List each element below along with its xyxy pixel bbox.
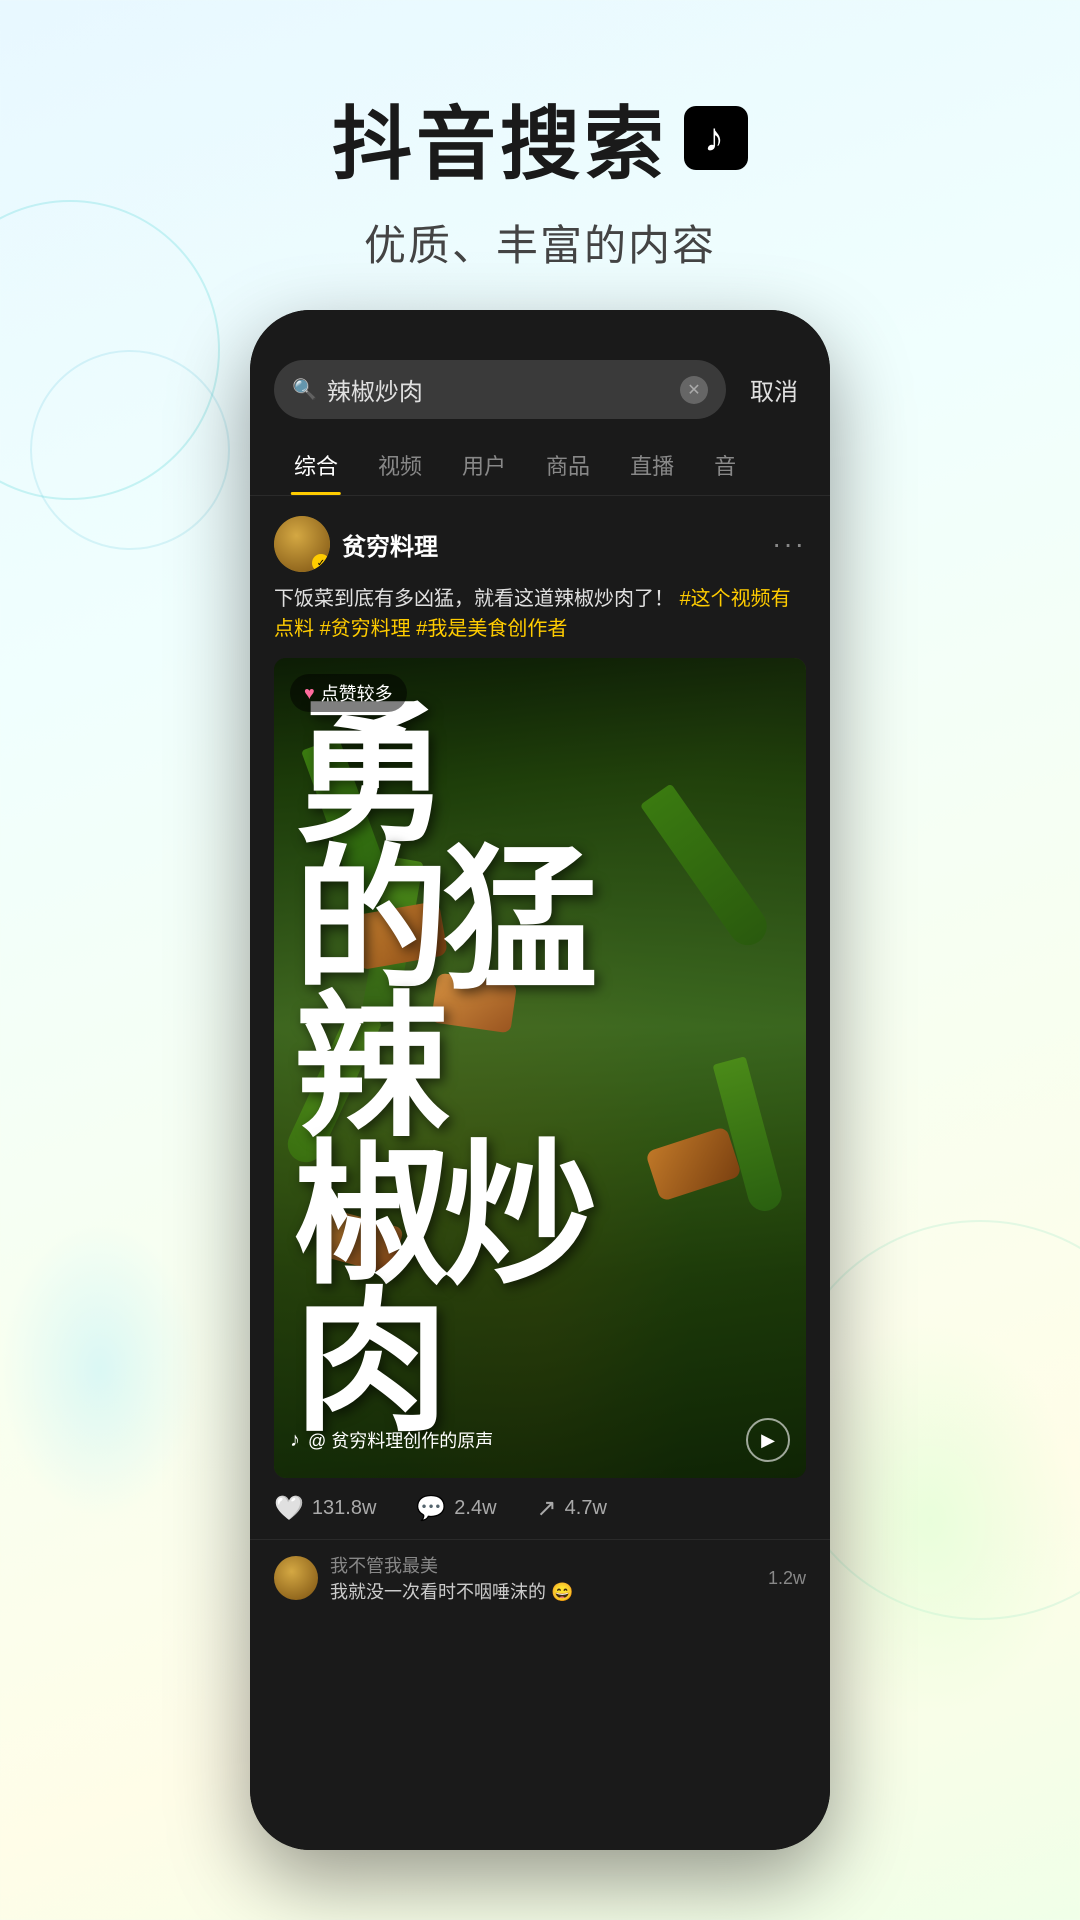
tab-综合[interactable]: 综合 bbox=[274, 435, 358, 495]
post-card: ✓ 贫穷料理 ··· 下饭菜到底有多凶猛，就看这道辣椒炒肉了！ #这个视频有点料… bbox=[250, 496, 830, 1539]
hashtag-2[interactable]: #贫穷料理 bbox=[320, 618, 417, 640]
verified-badge: ✓ bbox=[312, 554, 330, 572]
heart-stat-icon: 🤍 bbox=[274, 1494, 304, 1523]
subtitle: 优质、丰富的内容 bbox=[0, 212, 1080, 273]
search-query: 辣椒炒肉 bbox=[327, 372, 670, 407]
post-author: ✓ 贫穷料理 bbox=[274, 516, 438, 572]
likes-badge-text: 点赞较多 bbox=[321, 680, 393, 706]
shares-count: 4.7w bbox=[565, 1497, 607, 1520]
post-text: 下饭菜到底有多凶猛，就看这道辣椒炒肉了！ #这个视频有点料 #贫穷料理 #我是美… bbox=[274, 584, 806, 644]
heart-icon: ♥ bbox=[304, 683, 315, 704]
likes-count: 131.8w bbox=[312, 1497, 377, 1520]
phone-inner: 🔍 辣椒炒肉 ✕ 取消 综合 视频 用户 商品 直播 音 bbox=[250, 310, 830, 1850]
search-icon: 🔍 bbox=[292, 377, 317, 402]
tab-用户[interactable]: 用户 bbox=[442, 435, 526, 495]
author-name[interactable]: 贫穷料理 bbox=[342, 527, 438, 562]
tab-视频[interactable]: 视频 bbox=[358, 435, 442, 495]
comment-stat-icon: 💬 bbox=[416, 1494, 446, 1523]
tiktok-logo: ♪ bbox=[684, 106, 748, 170]
likes-stat[interactable]: 🤍 131.8w bbox=[274, 1494, 376, 1523]
comment-text-area: 我不管我最美 我就没一次看时不咽唾沫的 😄 bbox=[330, 1552, 756, 1604]
bg-glow-left bbox=[0, 1220, 200, 1520]
sound-info: ♪ @ 贫穷料理创作的原声 bbox=[290, 1427, 493, 1453]
shares-stat[interactable]: ↗ 4.7w bbox=[537, 1494, 607, 1523]
tab-直播[interactable]: 直播 bbox=[610, 435, 694, 495]
author-avatar: ✓ bbox=[274, 516, 330, 572]
comment-count: 1.2w bbox=[768, 1568, 806, 1589]
tab-音[interactable]: 音 bbox=[694, 435, 756, 495]
hashtag-3[interactable]: #我是美食创作者 bbox=[416, 618, 567, 640]
header-section: 抖音搜索 ♪ 优质、丰富的内容 bbox=[0, 0, 1080, 273]
commenter-name: 我不管我最美 bbox=[330, 1552, 756, 1578]
post-stats: 🤍 131.8w 💬 2.4w ↗ 4.7w bbox=[274, 1478, 806, 1539]
phone-mockup: 🔍 辣椒炒肉 ✕ 取消 综合 视频 用户 商品 直播 音 bbox=[250, 310, 830, 1850]
comment-body: 我就没一次看时不咽唾沫的 😄 bbox=[330, 1578, 756, 1604]
bg-circle-2 bbox=[30, 350, 230, 550]
tab-商品[interactable]: 商品 bbox=[526, 435, 610, 495]
search-bar-area: 🔍 辣椒炒肉 ✕ 取消 bbox=[250, 310, 830, 435]
search-clear-button[interactable]: ✕ bbox=[680, 376, 708, 404]
share-stat-icon: ↗ bbox=[537, 1494, 557, 1523]
play-button[interactable]: ▶ bbox=[746, 1418, 790, 1462]
main-title: 抖音搜索 ♪ bbox=[0, 80, 1080, 196]
post-header: ✓ 贫穷料理 ··· bbox=[274, 516, 806, 572]
sound-text: @ 贫穷料理创作的原声 bbox=[308, 1427, 493, 1453]
tabs-area: 综合 视频 用户 商品 直播 音 bbox=[250, 435, 830, 496]
content-area: ✓ 贫穷料理 ··· 下饭菜到底有多凶猛，就看这道辣椒炒肉了！ #这个视频有点料… bbox=[250, 496, 830, 1850]
cancel-button[interactable]: 取消 bbox=[742, 372, 806, 407]
tiktok-logo-symbol: ♪ bbox=[704, 116, 728, 161]
search-input-wrapper[interactable]: 🔍 辣椒炒肉 ✕ bbox=[274, 360, 726, 419]
sound-bar: ♪ @ 贫穷料理创作的原声 ▶ bbox=[290, 1418, 790, 1462]
more-options-button[interactable]: ··· bbox=[772, 528, 806, 560]
video-text-overlay: 勇的猛辣椒炒肉 bbox=[274, 658, 806, 1478]
comment-preview: 我不管我最美 我就没一次看时不咽唾沫的 😄 1.2w bbox=[250, 1539, 830, 1616]
likes-badge: ♥ 点赞较多 bbox=[290, 674, 407, 712]
comments-stat[interactable]: 💬 2.4w bbox=[416, 1494, 496, 1523]
title-text: 抖音搜索 bbox=[332, 80, 668, 196]
video-big-text: 勇的猛辣椒炒肉 bbox=[294, 700, 592, 1436]
comments-count: 2.4w bbox=[454, 1497, 496, 1520]
video-thumbnail[interactable]: 勇的猛辣椒炒肉 ♥ 点赞较多 ♪ @ 贫穷料理创作的原声 bbox=[274, 658, 806, 1478]
post-body-text: 下饭菜到底有多凶猛，就看这道辣椒炒肉了！ bbox=[274, 588, 674, 610]
tiktok-note-icon: ♪ bbox=[290, 1429, 300, 1452]
commenter-avatar bbox=[274, 1556, 318, 1600]
video-background: 勇的猛辣椒炒肉 bbox=[274, 658, 806, 1478]
